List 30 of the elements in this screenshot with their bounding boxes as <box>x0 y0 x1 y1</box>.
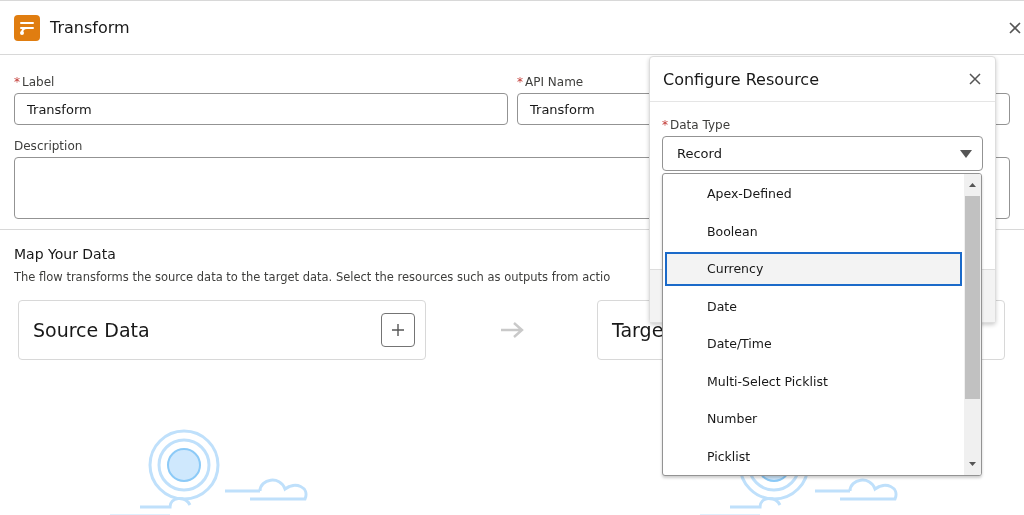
scrollbar[interactable] <box>964 174 981 475</box>
required-asterisk: * <box>14 75 20 89</box>
caret-icon <box>960 149 972 158</box>
dropdown-option[interactable]: Multi-Select Picklist <box>665 364 962 398</box>
dropdown-option[interactable]: Date/Time <box>665 327 962 361</box>
required-asterisk: * <box>662 118 668 132</box>
dropdown-option[interactable]: Currency <box>665 252 962 286</box>
dropdown-option[interactable]: Picklist <box>665 439 962 473</box>
arrow-icon <box>498 320 525 340</box>
dialog-title: Transform <box>50 18 130 37</box>
plus-icon <box>391 323 405 337</box>
dropdown-option[interactable]: Apex-Defined <box>665 177 962 211</box>
dialog-title: Configure Resource <box>663 69 819 89</box>
field-label: Label <box>22 75 55 89</box>
field-label: API Name <box>525 75 584 89</box>
transform-app-icon <box>14 14 40 41</box>
add-button[interactable] <box>381 313 415 347</box>
close-icon[interactable] <box>969 73 981 85</box>
required-asterisk: * <box>517 75 523 89</box>
text-field[interactable]: Transform <box>14 93 508 125</box>
field-label: Description <box>14 139 83 153</box>
field-label: Data Type <box>670 118 731 132</box>
dropdown-option[interactable]: Date <box>665 289 962 323</box>
card-title: Source Data <box>33 319 150 341</box>
dropdown-option[interactable]: Number <box>665 402 962 436</box>
section-title: Map Your Data <box>14 246 117 262</box>
dropdown-option[interactable]: Boolean <box>665 214 962 248</box>
card-title: Targe <box>612 319 664 341</box>
section-description: The flow transforms the source data to the target data. Select the resources such as outputs from actio <box>14 270 612 284</box>
data-type-select[interactable]: Record <box>662 136 983 171</box>
